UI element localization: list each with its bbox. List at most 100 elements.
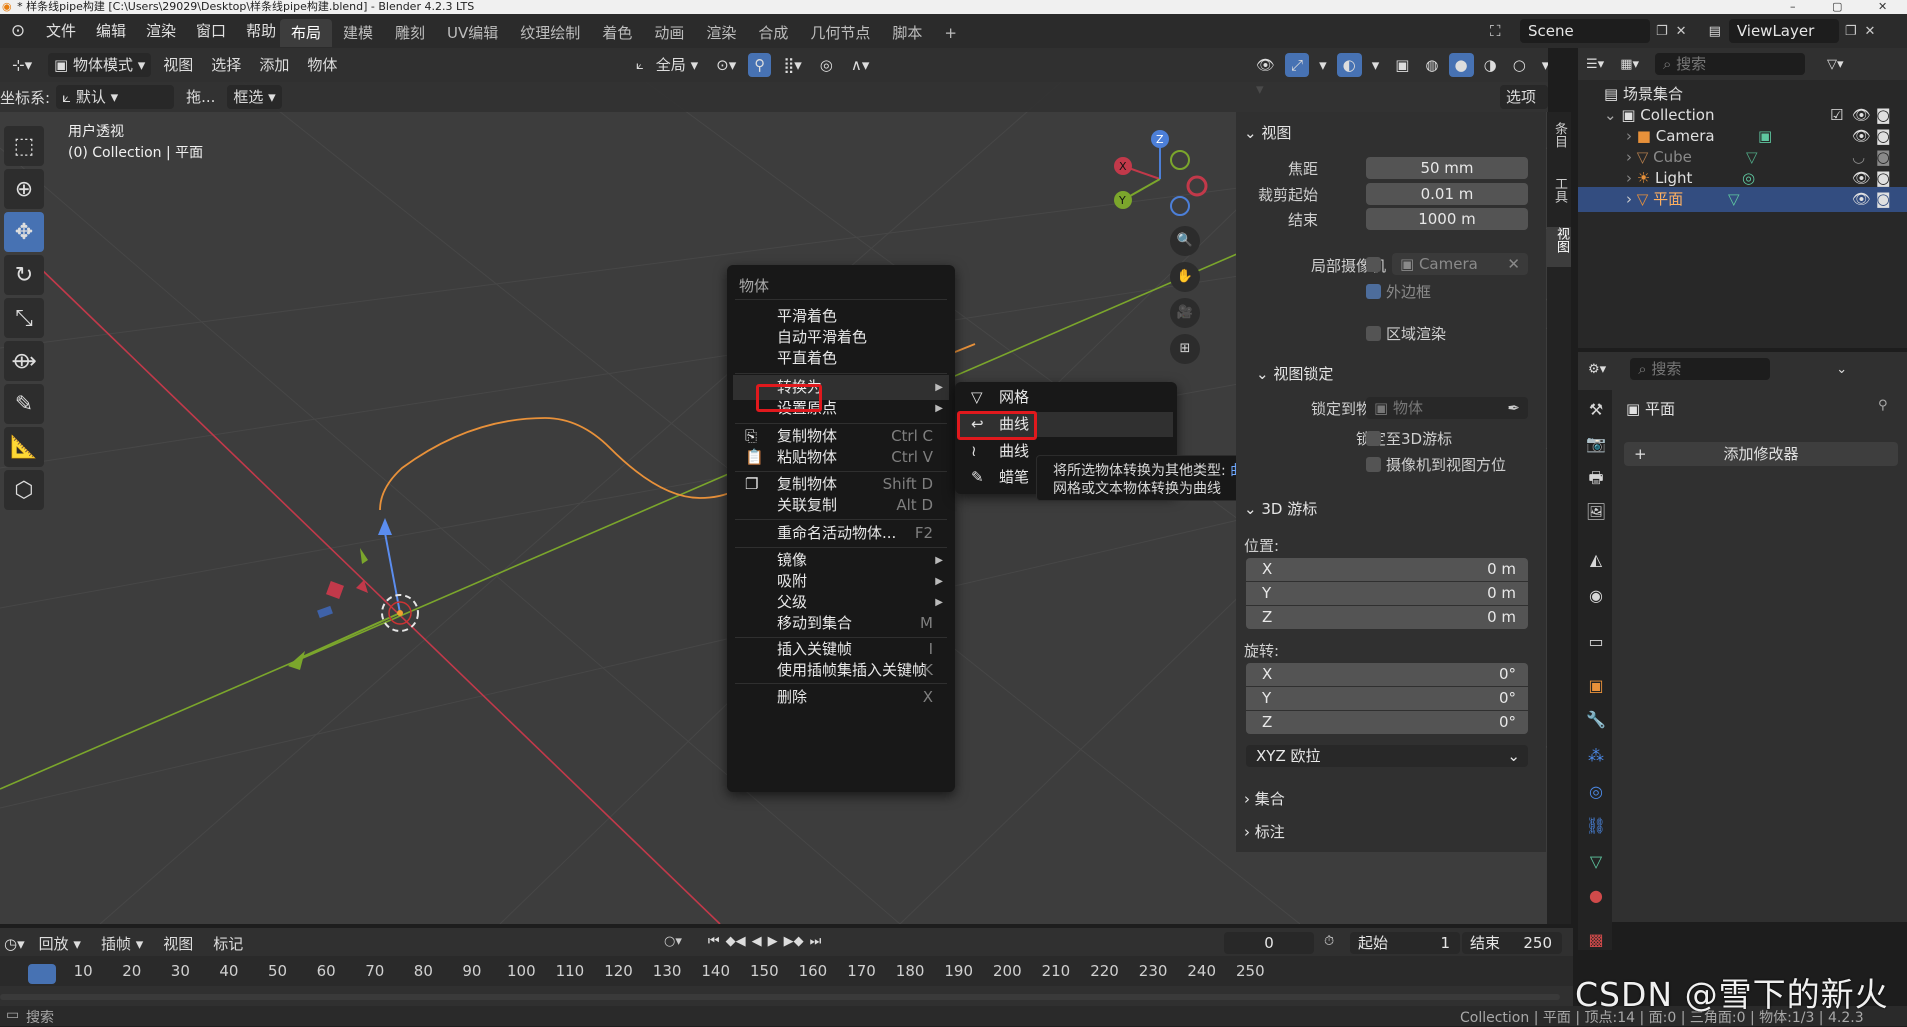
gizmo-dropdown-icon[interactable]: ▾ bbox=[1313, 53, 1333, 77]
lock-to-cursor-checkbox[interactable] bbox=[1366, 431, 1381, 446]
camera-field[interactable]: ▣ Camera ✕ bbox=[1392, 253, 1528, 275]
tab-texture-paint[interactable]: 纹理绘制 bbox=[509, 19, 591, 47]
add-modifier-button[interactable]: + 添加修改器 bbox=[1624, 442, 1898, 466]
jump-end-icon[interactable]: ⏭ bbox=[810, 934, 822, 949]
expand-icon[interactable]: ⌄ bbox=[1578, 106, 1621, 124]
tab-scripting[interactable]: 脚本 bbox=[881, 19, 933, 47]
playhead[interactable] bbox=[28, 964, 56, 984]
menu-render[interactable]: 渲染 bbox=[136, 14, 186, 48]
timeline-scrollbar[interactable] bbox=[0, 994, 1560, 1000]
output-props-icon[interactable]: 🖶 bbox=[1584, 466, 1608, 490]
ortho-toggle-icon[interactable]: ⊞ bbox=[1170, 334, 1200, 364]
blender-menu-icon[interactable]: ⊙ bbox=[0, 21, 36, 41]
properties-editor-icon[interactable]: ⚙▾ bbox=[1588, 362, 1606, 377]
constraints-props-icon[interactable]: ⛓ bbox=[1584, 814, 1608, 838]
annotations-section-header[interactable]: › 标注 bbox=[1244, 821, 1285, 842]
play-reverse-icon[interactable]: ◀ bbox=[752, 934, 762, 949]
add-workspace-button[interactable]: + bbox=[933, 19, 968, 47]
clear-camera-icon[interactable]: ✕ bbox=[1507, 253, 1520, 275]
tab-layout[interactable]: 布局 bbox=[280, 18, 333, 47]
view-lock-section-header[interactable]: ⌄ 视图锁定 bbox=[1256, 363, 1333, 384]
move-tool-icon[interactable]: ✥ bbox=[4, 212, 44, 252]
tab-compositing[interactable]: 合成 bbox=[747, 19, 799, 47]
cursor-location-x[interactable]: X0 m bbox=[1246, 558, 1528, 581]
coord-system-selector[interactable]: ⟀ 默认 ▾ bbox=[56, 85, 175, 109]
new-scene-icon[interactable]: ❐ bbox=[1656, 24, 1668, 39]
drag-selector[interactable]: 拖... bbox=[180, 85, 221, 109]
zoom-icon[interactable]: 🔍 bbox=[1170, 226, 1200, 256]
menu-item-move-to-collection[interactable]: 移动到集合 M bbox=[733, 611, 949, 636]
rendered-shading-icon[interactable]: ○ bbox=[1507, 53, 1532, 77]
menu-keying[interactable]: 插帧 ▾ bbox=[95, 932, 149, 956]
tab-view[interactable]: 视图 bbox=[1547, 227, 1571, 267]
menu-item-paste-objects[interactable]: 📋 粘贴物体 Ctrl V bbox=[733, 445, 949, 470]
start-frame-field[interactable]: 起始 1 bbox=[1350, 932, 1460, 954]
tab-modeling[interactable]: 建模 bbox=[332, 19, 384, 47]
transform-tool-icon[interactable]: ⟴ bbox=[4, 341, 44, 381]
menu-timeline-view[interactable]: 视图 bbox=[157, 932, 199, 956]
pivot-point-icon[interactable]: ⊙▾ bbox=[710, 53, 742, 77]
cursor-location-z[interactable]: Z0 m bbox=[1246, 606, 1528, 629]
delete-view-layer-icon[interactable]: ✕ bbox=[1865, 24, 1876, 39]
cursor-rotation-z[interactable]: Z 0° bbox=[1246, 711, 1528, 734]
overlay-toggle-icon[interactable]: ◐ bbox=[1336, 53, 1362, 77]
material-shading-icon[interactable]: ◑ bbox=[1478, 53, 1503, 77]
render-camera-icon[interactable]: ◙ bbox=[1876, 187, 1891, 212]
menu-select[interactable]: 选择 bbox=[205, 53, 247, 77]
world-props-icon[interactable]: ◉ bbox=[1584, 584, 1608, 608]
scale-tool-icon[interactable]: ⤡ bbox=[4, 298, 44, 338]
close-icon[interactable]: ✕ bbox=[1878, 0, 1887, 14]
current-frame-field[interactable]: 0 bbox=[1224, 932, 1314, 954]
gizmo-toggle-icon[interactable]: ⤢ bbox=[1285, 53, 1310, 77]
measure-tool-icon[interactable]: 📐 bbox=[4, 427, 44, 467]
filter-icon[interactable]: ▽▾ bbox=[1827, 57, 1844, 72]
view-layer-icon[interactable]: ▤ bbox=[1709, 24, 1721, 39]
submenu-item-mesh[interactable]: ▽ 网格 bbox=[959, 385, 1173, 410]
display-mode-icon[interactable]: ▦▾ bbox=[1620, 57, 1639, 72]
menu-item-duplicate-linked[interactable]: 关联复制 Alt D bbox=[733, 493, 949, 518]
overlay-dropdown-icon[interactable]: ▾ bbox=[1366, 53, 1386, 77]
modifier-props-icon[interactable]: 🔧 bbox=[1584, 708, 1608, 732]
visibility-icon[interactable]: 👁▾ bbox=[1250, 53, 1281, 98]
delete-scene-icon[interactable]: ✕ bbox=[1676, 24, 1687, 39]
mode-selector[interactable]: ▣ 物体模式 ▾ bbox=[48, 53, 152, 77]
navigation-gizmo[interactable]: X Y Z bbox=[1110, 124, 1210, 234]
menu-view[interactable]: 视图 bbox=[157, 53, 199, 77]
collections-section-header[interactable]: › 集合 bbox=[1244, 788, 1285, 809]
physics-props-icon[interactable]: ◎ bbox=[1584, 780, 1608, 804]
cursor-section-header[interactable]: ⌄ 3D 游标 bbox=[1244, 498, 1317, 519]
pin-icon[interactable]: ⚲ bbox=[1878, 398, 1888, 413]
select-tool-icon[interactable]: ⬚ bbox=[4, 126, 44, 166]
local-camera-checkbox[interactable] bbox=[1366, 257, 1381, 272]
visibility-eye-icon[interactable]: 👁 bbox=[1852, 187, 1871, 212]
view-layer-props-icon[interactable]: 🖼 bbox=[1584, 500, 1608, 524]
material-props-icon[interactable]: ● bbox=[1584, 884, 1608, 908]
menu-item-insert-keyframe-keying-set[interactable]: 使用插帧集插入关键帧 K bbox=[733, 658, 949, 683]
tab-item[interactable]: 条目 bbox=[1549, 122, 1569, 148]
menu-item-delete[interactable]: 删除 X bbox=[733, 685, 949, 710]
tab-geometry-nodes[interactable]: 几何节点 bbox=[799, 19, 881, 47]
tab-shading[interactable]: 着色 bbox=[591, 19, 643, 47]
new-view-layer-icon[interactable]: ❐ bbox=[1845, 24, 1857, 39]
data-props-icon[interactable]: ▽ bbox=[1584, 850, 1608, 874]
scene-icon[interactable]: ⛶ bbox=[1490, 22, 1520, 40]
snap-toggle-icon[interactable]: ⚲ bbox=[748, 53, 772, 77]
tab-tool[interactable]: 工具 bbox=[1549, 177, 1569, 203]
timeline-editor-icon[interactable]: ◷▾ bbox=[4, 935, 25, 953]
tool-props-icon[interactable]: ⚒ bbox=[1584, 398, 1608, 422]
tab-animation[interactable]: 动画 bbox=[643, 19, 695, 47]
particles-props-icon[interactable]: ⁂ bbox=[1584, 744, 1608, 768]
tab-uv-editing[interactable]: UV编辑 bbox=[436, 19, 509, 47]
view-layer-selector[interactable]: ViewLayer bbox=[1728, 19, 1839, 43]
jump-start-icon[interactable]: ⏮ bbox=[708, 934, 720, 949]
camera-view-icon[interactable]: 🎥 bbox=[1170, 298, 1200, 328]
border-checkbox[interactable] bbox=[1366, 284, 1381, 299]
outliner-editor-icon[interactable]: ☰▾ bbox=[1586, 57, 1604, 72]
lock-object-field[interactable]: ▣ 物体 ✒ bbox=[1366, 397, 1528, 419]
play-icon[interactable]: ▶ bbox=[768, 934, 778, 949]
outliner-search-input[interactable]: ⌕ 搜索 bbox=[1655, 53, 1805, 75]
clip-start-field[interactable]: 0.01 m bbox=[1366, 183, 1528, 205]
tab-sculpting[interactable]: 雕刻 bbox=[384, 19, 436, 47]
menu-object[interactable]: 物体 bbox=[301, 53, 343, 77]
transform-orientation-selector[interactable]: 全局 ▾ bbox=[650, 53, 704, 77]
